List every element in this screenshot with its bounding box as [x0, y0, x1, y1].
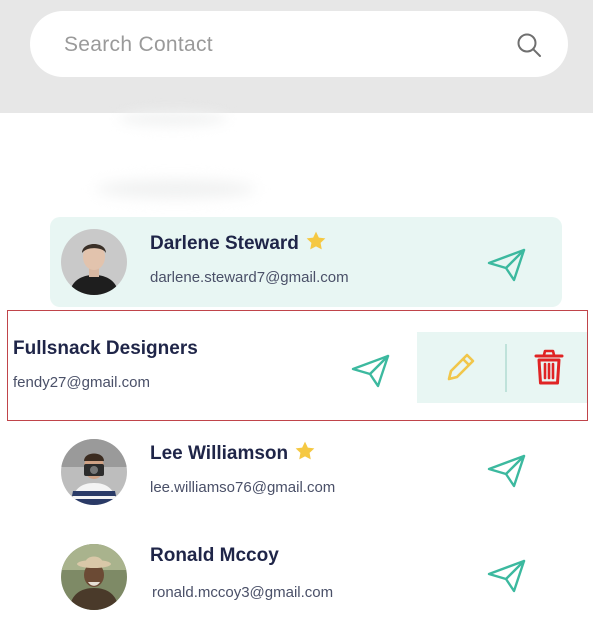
- avatar: [61, 544, 127, 610]
- search-bar-container: [0, 0, 593, 113]
- search-box[interactable]: [30, 11, 568, 79]
- contact-card-swiped[interactable]: Fullsnack Designers fendy27@gmail.com: [7, 310, 588, 421]
- avatar: [61, 229, 127, 295]
- search-input[interactable]: [62, 11, 506, 79]
- swipe-actions: [417, 332, 587, 403]
- decorative-shadow: [118, 112, 228, 126]
- contact-email: fendy27@gmail.com: [13, 374, 150, 391]
- send-icon[interactable]: [351, 353, 391, 389]
- contact-card[interactable]: Lee Williamson lee.williamso76@gmail.com: [50, 427, 562, 517]
- contact-name: Fullsnack Designers: [13, 338, 198, 359]
- avatar: [61, 439, 127, 505]
- send-icon[interactable]: [487, 453, 527, 489]
- contact-name: Lee Williamson: [150, 440, 316, 465]
- pencil-icon[interactable]: [443, 351, 477, 385]
- contact-card[interactable]: Darlene Steward darlene.steward7@gmail.c…: [50, 217, 562, 307]
- send-icon[interactable]: [487, 558, 527, 594]
- send-icon[interactable]: [487, 247, 527, 283]
- decorative-shadow: [96, 180, 256, 198]
- contact-card[interactable]: Ronald Mccoy ronald.mccoy3@gmail.com: [50, 532, 562, 622]
- contact-email: lee.williamso76@gmail.com: [150, 479, 336, 496]
- trash-icon[interactable]: [534, 349, 564, 385]
- contact-email: ronald.mccoy3@gmail.com: [152, 584, 334, 601]
- contact-name: Ronald Mccoy: [150, 545, 279, 566]
- contact-name: Darlene Steward: [150, 230, 327, 255]
- star-icon: [295, 441, 315, 460]
- star-icon: [306, 231, 326, 250]
- divider: [505, 344, 507, 392]
- search-icon[interactable]: [516, 32, 542, 58]
- contact-email: darlene.steward7@gmail.com: [150, 269, 349, 286]
